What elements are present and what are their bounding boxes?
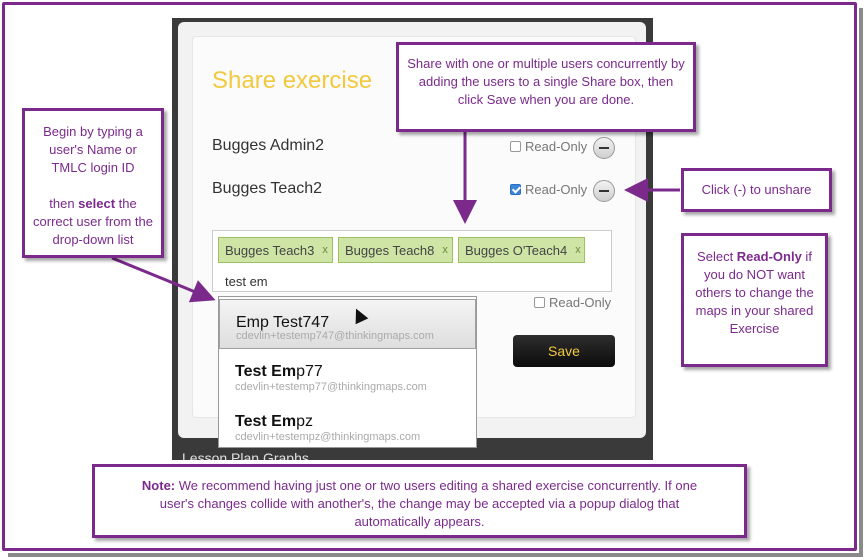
share-tag: Bugges Teach8 x [338,237,453,263]
suggestion-item[interactable]: Test Emp77 cdevlin+testemp77@thinkingmap… [219,363,476,403]
share-tag-label: Bugges Teach3 [225,242,315,258]
share-tag: Bugges Teach3 x [218,237,333,263]
suggestion-email: cdevlin+testemp747@thinkingmaps.com [236,330,434,342]
suggestion-email: cdevlin+testemp77@thinkingmaps.com [235,381,427,393]
user-suggestion-dropdown: Emp Test747 cdevlin+testemp747@thinkingm… [218,296,477,448]
callout-text-select: then select the correct user from the dr… [25,195,161,249]
read-only-label: Read-Only [525,139,588,154]
read-only-checkbox[interactable] [510,141,521,152]
callout-text-part: then [49,196,79,211]
callout-text: Begin by typing a user's Name or TMLC lo… [43,124,143,175]
callout-share-multiple: Share with one or multiple users concurr… [396,42,696,132]
save-button[interactable]: Save [513,335,615,367]
callout-text-bold: select [78,196,116,211]
callout-text-part: Select [697,249,737,264]
callout-note: Note: We recommend having just one or tw… [92,464,747,538]
suggestion-rest: pz [296,413,313,430]
remove-tag-icon[interactable]: x [322,244,328,256]
modal-title: Share exercise [212,67,373,94]
callout-text: Share with one or multiple users concurr… [407,56,685,107]
suggestion-rest: p77 [296,363,323,380]
suggestion-match: Test Em [235,363,297,380]
shared-user-name: Bugges Admin2 [212,137,325,154]
share-tag-label: Bugges Teach8 [345,242,435,258]
read-only-toggle[interactable]: Read-Only [510,139,587,154]
note-body: We recommend having just one or two user… [159,478,698,529]
suggestion-match: Test Em [235,413,297,430]
share-search-input[interactable]: test em [225,274,268,289]
share-tag: Bugges O'Teach4 x [458,237,585,263]
callout-begin-typing: Begin by typing a user's Name or TMLC lo… [22,108,164,258]
callout-unshare: Click (-) to unshare [681,168,832,212]
unshare-button[interactable] [593,180,615,202]
backdrop-text: Lesson Plan Graphs [182,450,309,460]
read-only-label: Read-Only [525,182,588,197]
shared-user-name: Bugges Teach2 [212,180,323,197]
callout-text-bold: Read-Only [736,249,802,264]
read-only-label: Read-Only [549,295,612,310]
share-tag-label: Bugges O'Teach4 [465,242,568,258]
read-only-checkbox[interactable] [534,297,545,308]
note-label: Note: [141,478,176,493]
unshare-button[interactable] [593,137,615,159]
callout-note-text: Note: We recommend having just one or tw… [95,477,744,531]
callout-read-only: Select Read-Only if you do NOT want othe… [681,233,828,367]
remove-tag-icon[interactable]: x [442,244,448,256]
suggestion-item[interactable]: Test Empz cdevlin+testempz@thinkingmaps.… [219,413,476,447]
read-only-checkbox[interactable] [510,184,521,195]
remove-tag-icon[interactable]: x [575,244,581,256]
callout-text-readonly: Select Read-Only if you do NOT want othe… [684,248,825,338]
read-only-toggle[interactable]: Read-Only [510,182,587,197]
callout-text: Click (-) to unshare [701,182,812,197]
suggestion-item[interactable]: Emp Test747 cdevlin+testemp747@thinkingm… [219,299,476,349]
new-read-only-toggle[interactable]: Read-Only [534,295,611,310]
suggestion-email: cdevlin+testempz@thinkingmaps.com [235,431,421,443]
